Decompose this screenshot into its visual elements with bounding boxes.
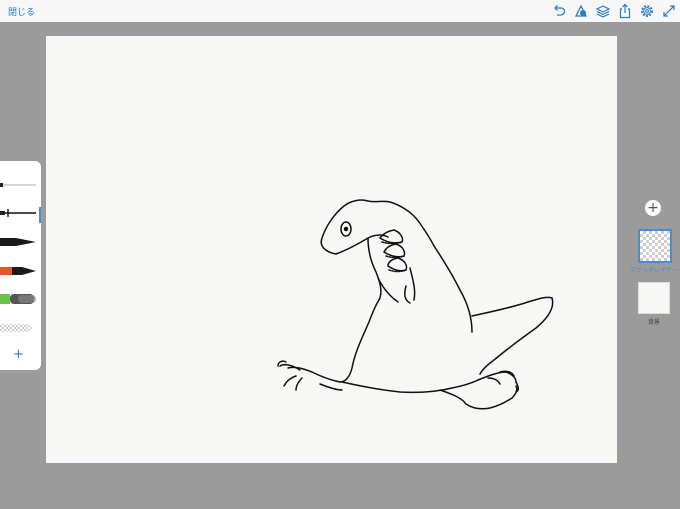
eraser-brush[interactable]	[0, 321, 38, 335]
add-brush-plus-icon[interactable]: +	[13, 347, 24, 362]
layer-label-sketch: スケッチレイヤー	[630, 267, 678, 274]
add-layer-plus-icon[interactable]: +	[645, 200, 661, 216]
brush-toolbar	[0, 161, 41, 370]
dinosaur-sketch	[277, 199, 554, 410]
selected-brush-indicator	[39, 207, 41, 223]
watercolor-green-brush[interactable]	[0, 292, 38, 306]
fullscreen-icon[interactable]	[661, 3, 677, 19]
settings-icon[interactable]	[639, 3, 655, 19]
layer-thumbnail-background[interactable]	[638, 282, 670, 314]
drawing-canvas[interactable]	[46, 36, 617, 463]
top-toolbar: 閉じる	[0, 0, 680, 22]
thin-pen-brush[interactable]	[0, 178, 38, 192]
shape-tool-icon[interactable]	[573, 3, 589, 19]
marker-black-brush[interactable]	[0, 235, 38, 249]
ink-pen-brush[interactable]	[0, 206, 38, 220]
marker-orange-brush[interactable]	[0, 264, 38, 278]
layer-thumbnail-sketch[interactable]	[638, 229, 672, 263]
layers-icon[interactable]	[595, 3, 611, 19]
share-icon[interactable]	[617, 3, 633, 19]
undo-icon[interactable]	[551, 3, 567, 19]
close-button[interactable]: 閉じる	[8, 5, 35, 18]
layer-label-background: 背景	[647, 319, 660, 326]
